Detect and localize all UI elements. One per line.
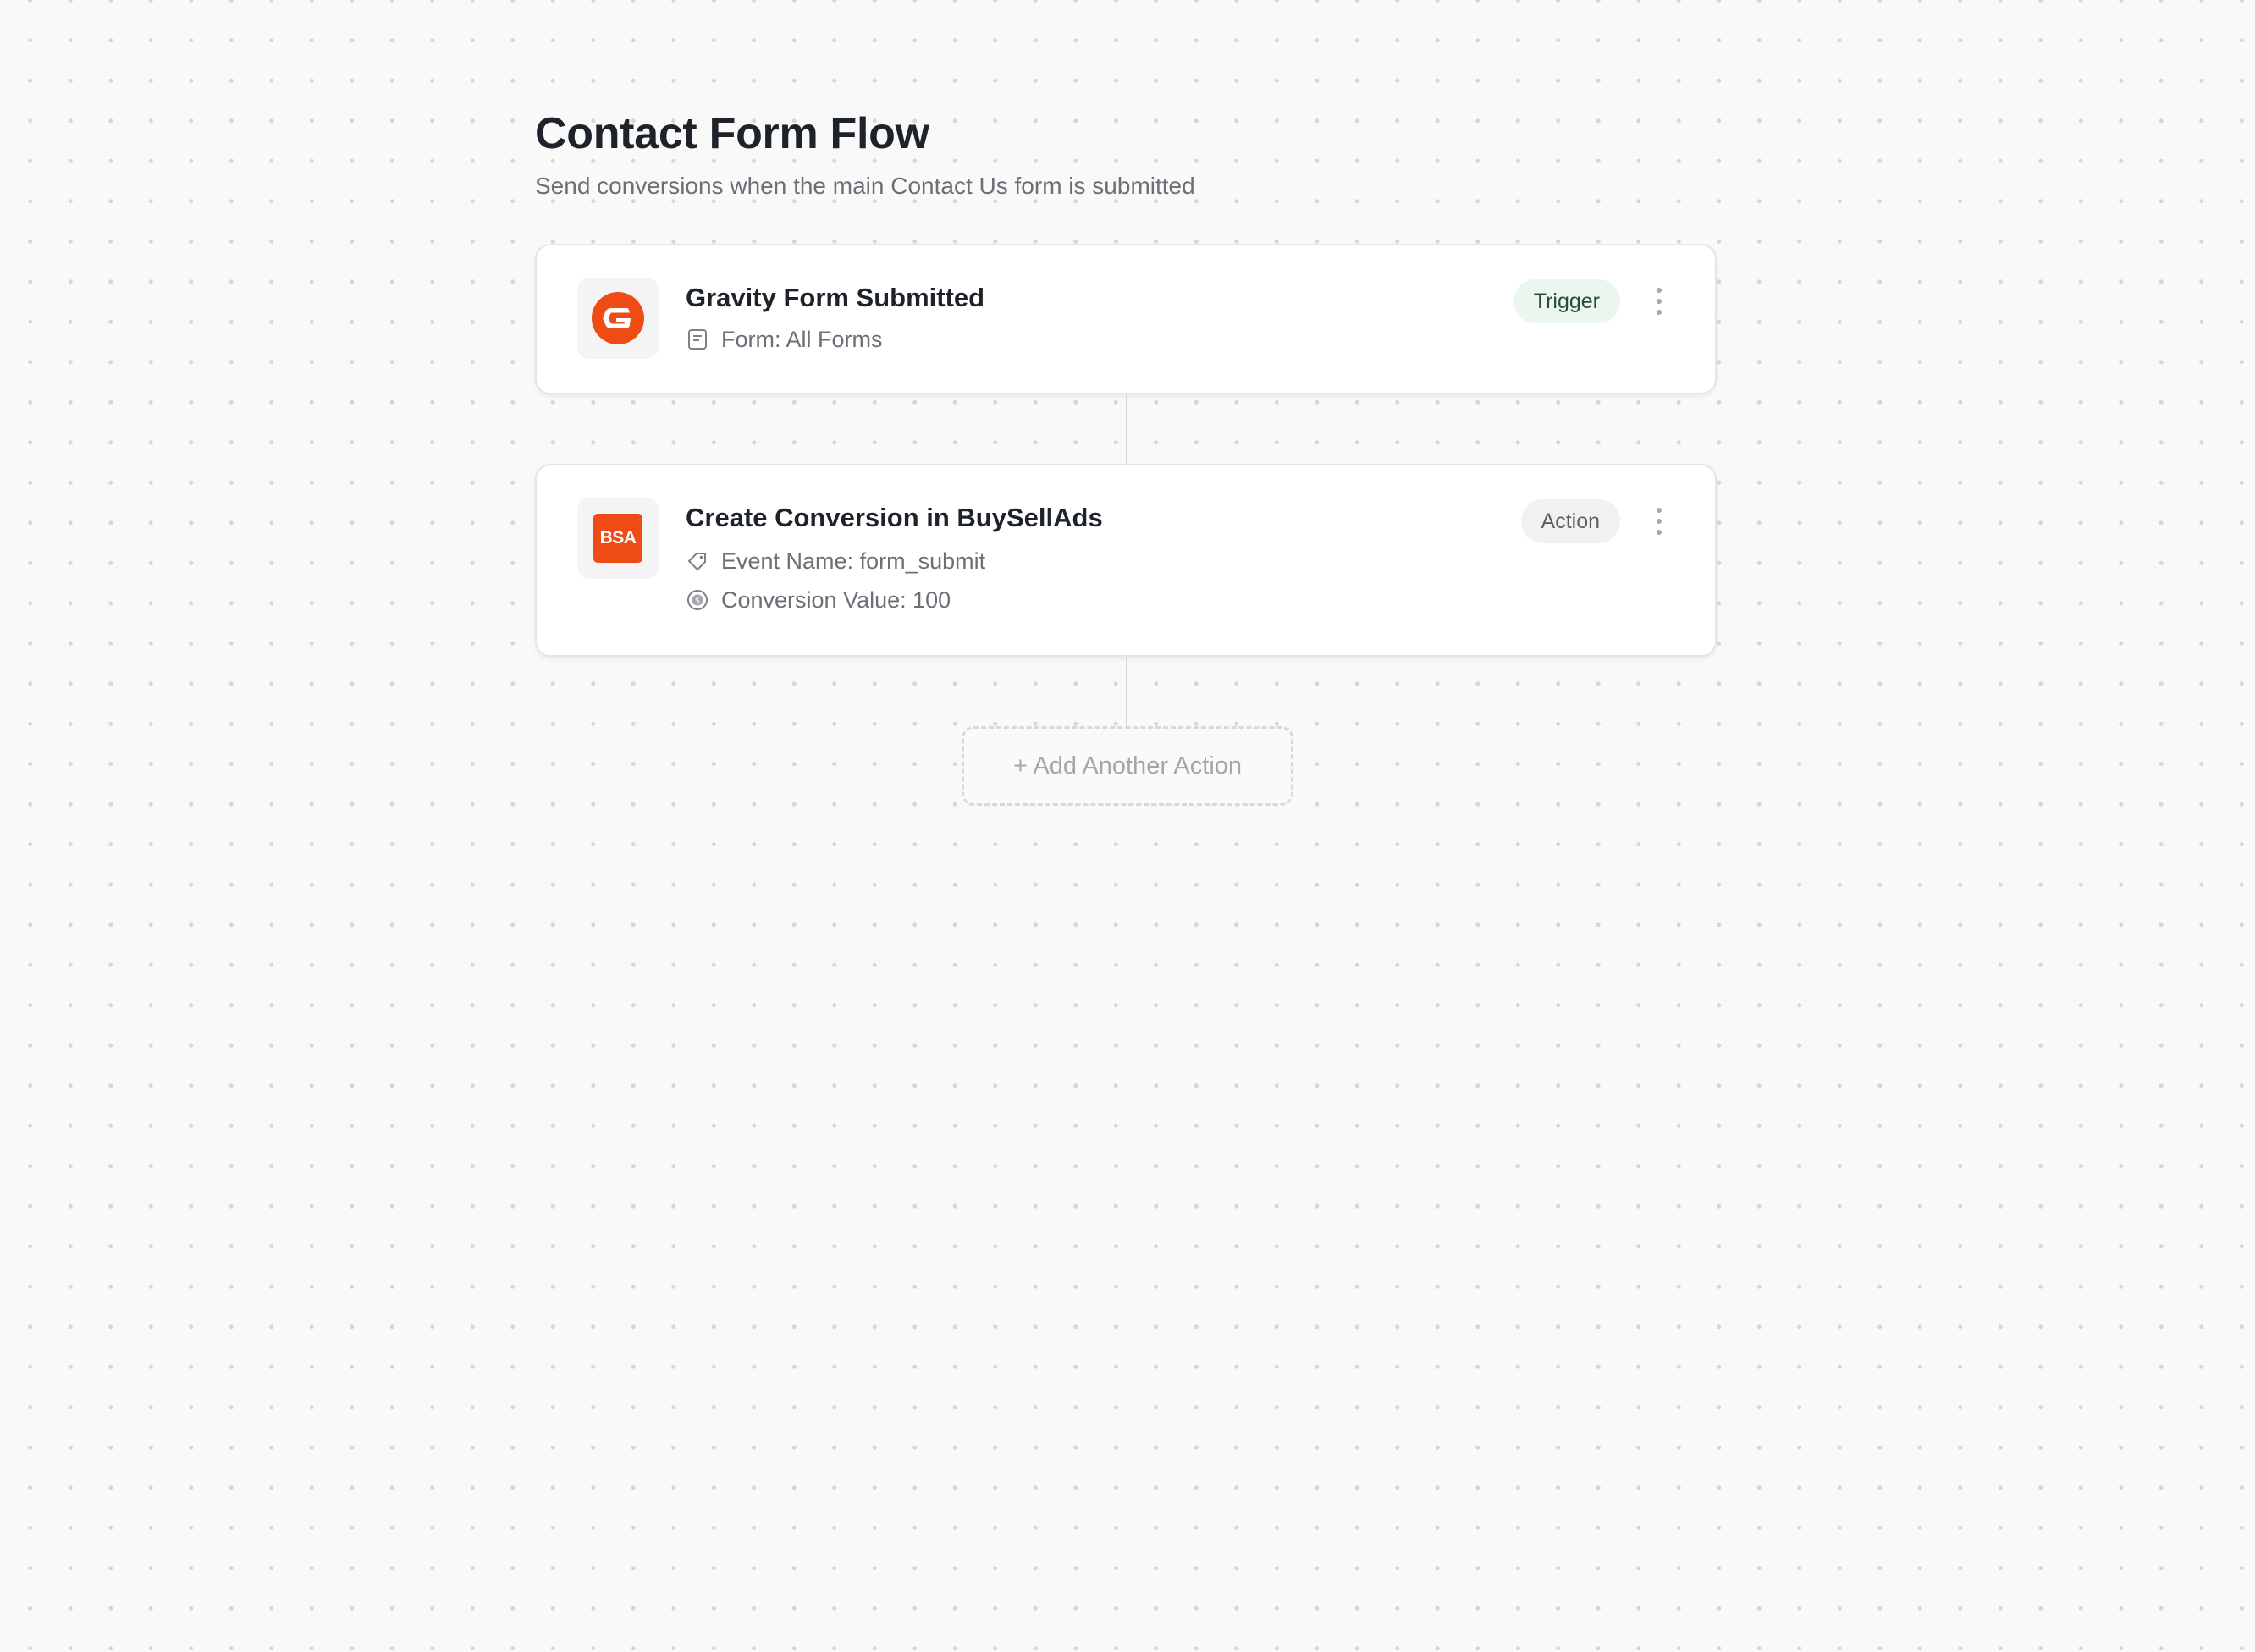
step-connector [1126, 657, 1128, 726]
svg-text:$: $ [695, 597, 700, 606]
step-detail-text: Form: All Forms [721, 327, 883, 352]
buysellads-logo: BSA [577, 498, 659, 579]
trigger-step-card[interactable]: Gravity Form Submitted Form: All Forms T… [535, 244, 1717, 394]
step-detail-event-name: Event Name: form_submit [686, 547, 985, 575]
bsa-logo-text: BSA [593, 514, 642, 563]
step-detail-text: Conversion Value: 100 [721, 587, 951, 613]
dollar-circle-icon: $ [686, 588, 709, 612]
gravity-forms-logo [577, 278, 659, 359]
step-detail-conversion-value: $ Conversion Value: 100 [686, 586, 951, 614]
page-subtitle: Send conversions when the main Contact U… [535, 173, 1195, 199]
action-step-card[interactable]: BSA Create Conversion in BuySellAds Even… [535, 464, 1717, 657]
trigger-badge: Trigger [1513, 279, 1620, 323]
step-connector [1126, 394, 1128, 464]
form-icon [686, 328, 709, 351]
action-badge: Action [1520, 499, 1620, 543]
step-detail-form: Form: All Forms [686, 325, 883, 354]
flow-editor: Contact Form Flow Send conversions when … [535, 107, 1720, 806]
step-detail-text: Event Name: form_submit [721, 548, 986, 574]
tag-icon [686, 549, 709, 573]
more-options-icon[interactable] [1651, 508, 1668, 535]
add-another-action-button[interactable]: + Add Another Action [962, 726, 1293, 806]
step-title: Create Conversion in BuySellAds [686, 503, 1103, 532]
page-title: Contact Form Flow [535, 109, 929, 158]
more-options-icon[interactable] [1651, 288, 1668, 315]
gravity-forms-icon [592, 292, 644, 344]
step-title: Gravity Form Submitted [686, 283, 985, 312]
